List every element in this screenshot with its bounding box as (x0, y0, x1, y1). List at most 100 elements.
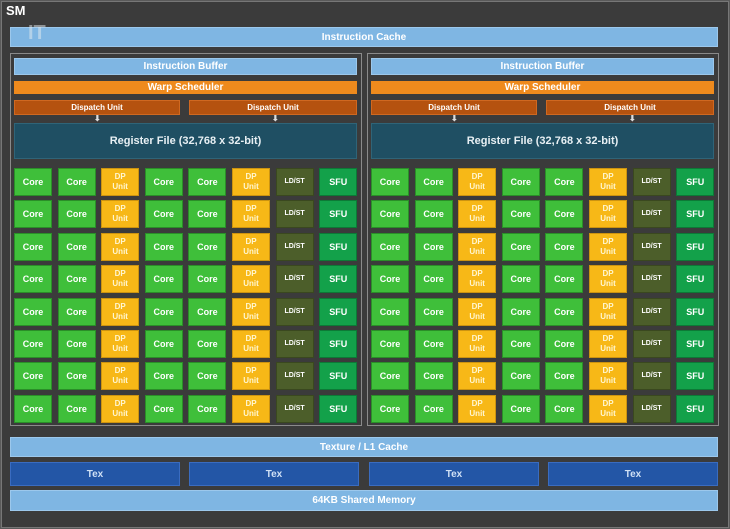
dp-unit: DP Unit (458, 297, 497, 326)
dp-unit: DP Unit (101, 265, 140, 294)
core-unit: Core (144, 200, 183, 229)
dp-unit: DP Unit (589, 168, 627, 196)
ldst-unit: LD/ST (275, 330, 314, 358)
core-unit: Core (57, 394, 96, 423)
core-unit: Core (501, 232, 540, 261)
core-unit: Core (501, 394, 540, 423)
core-unit: Core (414, 200, 453, 229)
dp-unit: DP Unit (101, 232, 140, 261)
core-unit: Core (371, 168, 409, 196)
core-unit: Core (57, 168, 96, 196)
core-unit: Core (371, 297, 409, 326)
core-unit: Core (144, 362, 183, 391)
dp-unit: DP Unit (232, 168, 270, 196)
sfu-unit: SFU (319, 362, 358, 391)
core-unit: Core (14, 200, 52, 229)
core-unit: Core (188, 265, 227, 294)
core-unit: Core (414, 232, 453, 261)
core-unit: Core (371, 200, 409, 229)
core-unit: Core (501, 265, 540, 294)
core-unit: Core (414, 168, 453, 196)
ldst-unit: LD/ST (632, 232, 671, 261)
ldst-unit: LD/ST (632, 394, 671, 423)
core-unit: Core (501, 168, 540, 196)
ldst-unit: LD/ST (275, 200, 314, 229)
core-unit: Core (545, 265, 584, 294)
core-unit: Core (371, 232, 409, 261)
dp-unit: DP Unit (458, 200, 497, 229)
sfu-unit: SFU (676, 362, 715, 391)
core-unit: Core (14, 330, 52, 358)
core-unit: Core (188, 362, 227, 391)
core-unit: Core (144, 232, 183, 261)
dp-unit: DP Unit (589, 330, 627, 358)
ldst-unit: LD/ST (275, 297, 314, 326)
core-unit: Core (57, 232, 96, 261)
dp-unit: DP Unit (232, 362, 270, 391)
core-unit: Core (501, 297, 540, 326)
ldst-unit: LD/ST (275, 394, 314, 423)
core-unit: Core (188, 297, 227, 326)
core-unit: Core (545, 362, 584, 391)
dp-unit: DP Unit (589, 394, 627, 423)
instruction-buffer: Instruction Buffer (371, 58, 714, 75)
sfu-unit: SFU (676, 394, 715, 423)
watermark-logo: IT (28, 22, 46, 44)
dp-unit: DP Unit (232, 330, 270, 358)
core-unit: Core (545, 394, 584, 423)
core-unit: Core (14, 297, 52, 326)
core-unit: Core (371, 362, 409, 391)
core-unit: Core (414, 265, 453, 294)
sfu-unit: SFU (676, 330, 715, 358)
core-unit: Core (188, 394, 227, 423)
ldst-unit: LD/ST (632, 362, 671, 391)
arrow-down-icon: ⬇ (94, 114, 101, 123)
ldst-unit: LD/ST (632, 330, 671, 358)
arrow-down-icon: ⬇ (272, 114, 279, 123)
dp-unit: DP Unit (458, 330, 497, 358)
ldst-unit: LD/ST (632, 297, 671, 326)
dp-unit: DP Unit (458, 168, 497, 196)
shared-memory: 64KB Shared Memory (10, 490, 718, 511)
sfu-unit: SFU (676, 232, 715, 261)
sm-label: SM (6, 3, 26, 18)
core-unit: Core (371, 394, 409, 423)
instruction-buffer: Instruction Buffer (14, 58, 357, 75)
warp-scheduler: Warp Scheduler (14, 81, 357, 94)
core-unit: Core (57, 330, 96, 358)
core-unit: Core (545, 330, 584, 358)
dp-unit: DP Unit (458, 362, 497, 391)
ldst-unit: LD/ST (275, 362, 314, 391)
core-unit: Core (14, 232, 52, 261)
sfu-unit: SFU (319, 297, 358, 326)
sfu-unit: SFU (319, 394, 358, 423)
ldst-unit: LD/ST (275, 265, 314, 294)
core-unit: Core (188, 232, 227, 261)
core-unit: Core (414, 362, 453, 391)
sfu-unit: SFU (319, 232, 358, 261)
dp-unit: DP Unit (458, 232, 497, 261)
dp-unit: DP Unit (101, 200, 140, 229)
arrow-down-icon: ⬇ (629, 114, 636, 123)
core-unit: Core (57, 265, 96, 294)
core-unit: Core (414, 330, 453, 358)
core-unit: Core (57, 362, 96, 391)
tex-unit: Tex (369, 462, 539, 486)
core-unit: Core (144, 265, 183, 294)
core-unit: Core (57, 297, 96, 326)
register-file: Register File (32,768 x 32-bit) (371, 123, 714, 159)
dp-unit: DP Unit (101, 297, 140, 326)
core-unit: Core (371, 330, 409, 358)
dp-unit: DP Unit (589, 200, 627, 229)
core-unit: Core (188, 168, 227, 196)
dp-unit: DP Unit (232, 265, 270, 294)
dp-unit: DP Unit (589, 362, 627, 391)
ldst-unit: LD/ST (275, 168, 314, 196)
core-unit: Core (188, 200, 227, 229)
core-unit: Core (57, 200, 96, 229)
sfu-unit: SFU (676, 297, 715, 326)
core-unit: Core (144, 297, 183, 326)
instruction-cache: Instruction Cache (10, 27, 718, 47)
sfu-unit: SFU (676, 168, 715, 196)
core-unit: Core (545, 200, 584, 229)
